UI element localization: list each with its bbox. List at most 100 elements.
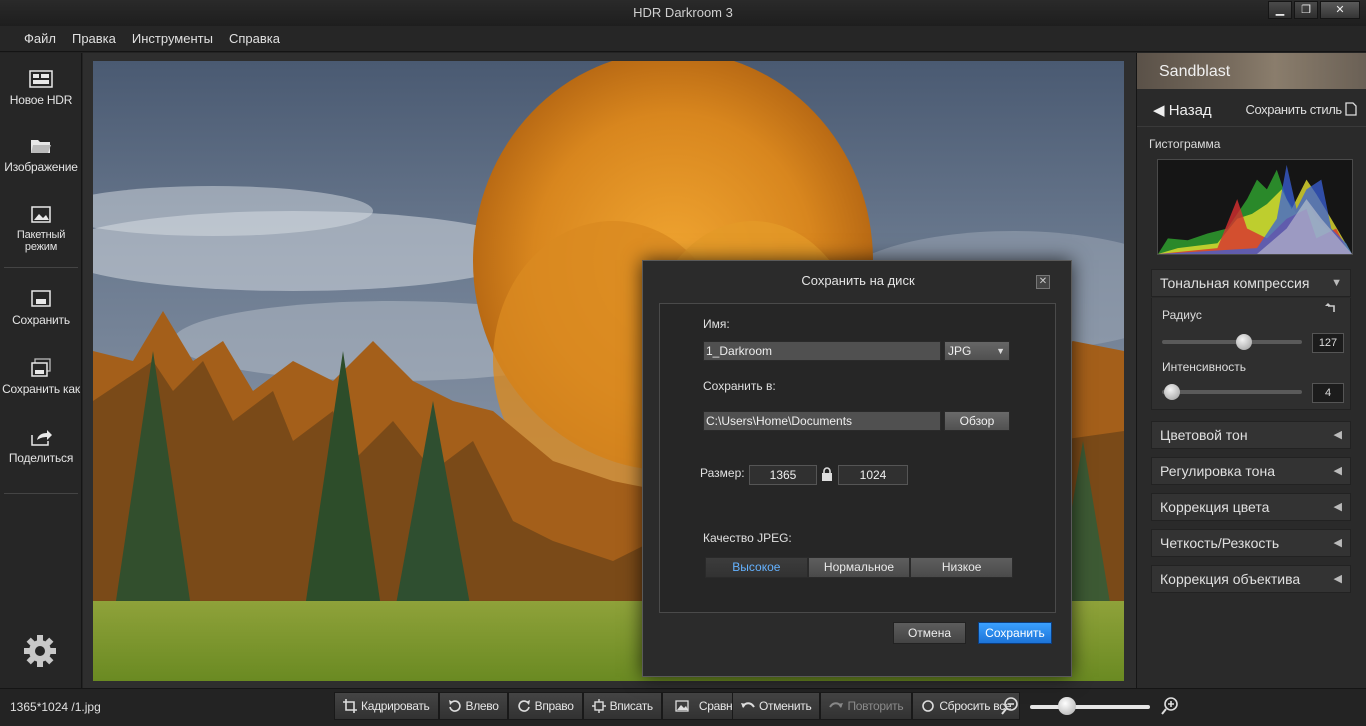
name-label: Имя: (703, 317, 730, 331)
tone-compression-header[interactable]: Тональная компрессия ▼ (1151, 269, 1351, 297)
menu-edit[interactable]: Правка (64, 26, 124, 51)
style-nav: ◀ Назад Сохранить стиль (1137, 93, 1366, 127)
minimize-button[interactable]: ▁ (1268, 1, 1292, 19)
save-as-icon (31, 358, 51, 377)
status-text: 1365*1024 /1.jpg (10, 700, 101, 714)
radius-label: Радиус (1162, 308, 1202, 322)
rotate-left-label: Влево (465, 699, 499, 713)
rotate-right-label: Вправо (534, 699, 574, 713)
section-color-tone[interactable]: Цветовой тон ◀ (1151, 421, 1351, 449)
toolbar-divider (4, 493, 78, 494)
intensity-slider-track[interactable] (1162, 390, 1302, 394)
zoom-in-icon[interactable] (1160, 696, 1180, 716)
history-group: Отменить Повторить Сбросить все (732, 692, 1021, 720)
quality-normal-option[interactable]: Нормальное (807, 557, 911, 578)
quality-high-option[interactable]: Высокое (705, 557, 808, 578)
right-panel: Sandblast ◀ Назад Сохранить стиль Гистог… (1136, 53, 1366, 688)
save-style-button[interactable]: Сохранить стиль (1245, 102, 1357, 117)
section-tone-adjust[interactable]: Регулировка тона ◀ (1151, 457, 1351, 485)
radius-slider-knob[interactable] (1236, 334, 1253, 350)
save-icon (31, 290, 51, 307)
chevron-left-icon: ◀ (1333, 537, 1342, 549)
zoom-slider-knob[interactable] (1057, 697, 1076, 715)
batch-mode-button[interactable]: Пакетный режим (0, 205, 82, 253)
intensity-value[interactable]: 4 (1312, 383, 1344, 403)
tone-compression-body: Радиус 127 Интенсивность 4 (1151, 298, 1351, 410)
new-hdr-icon (29, 70, 53, 88)
quality-low-option[interactable]: Низкое (910, 557, 1014, 578)
batch-mode-label: Пакетный режим (16, 229, 66, 253)
section-label: Регулировка тона (1160, 463, 1275, 479)
browse-button[interactable]: Обзор (944, 411, 1010, 431)
cancel-button[interactable]: Отмена (893, 622, 966, 644)
menu-help[interactable]: Справка (221, 26, 288, 51)
share-button[interactable]: Поделиться (0, 427, 82, 465)
dialog-close-icon[interactable]: ✕ (1036, 275, 1050, 289)
section-lens-correction[interactable]: Коррекция объектива ◀ (1151, 565, 1351, 593)
redo-button[interactable]: Повторить (820, 692, 913, 720)
path-input[interactable]: C:\Users\Home\Documents (703, 411, 941, 431)
folder-icon (31, 140, 51, 153)
radius-slider-track[interactable] (1162, 340, 1302, 344)
undo-button[interactable]: Отменить (732, 692, 821, 720)
edit-tools-group: Кадрировать Влево Вправо Вписать Сравнит… (334, 692, 763, 720)
crop-icon (343, 699, 357, 713)
save-as-button[interactable]: Сохранить как (0, 358, 82, 396)
section-label: Коррекция объектива (1160, 571, 1301, 587)
chevron-down-icon: ▼ (1331, 277, 1342, 289)
menu-file[interactable]: Файл (16, 26, 64, 51)
new-hdr-label: Новое HDR (9, 93, 73, 107)
tone-compression-label: Тональная компрессия (1160, 275, 1310, 291)
fit-button[interactable]: Вписать (582, 692, 662, 720)
zoom-slider-track[interactable] (1030, 705, 1150, 709)
save-style-label: Сохранить стиль (1245, 102, 1342, 117)
redo-icon (829, 702, 844, 708)
rotate-left-button[interactable]: Влево (438, 692, 508, 720)
batch-icon (31, 206, 51, 223)
height-input[interactable]: 1024 (838, 465, 908, 485)
chevron-left-icon: ◀ (1333, 501, 1342, 513)
window-controls: ▁ ❐ ✕ (1268, 1, 1360, 19)
section-sharpness[interactable]: Четкость/Резкость ◀ (1151, 529, 1351, 557)
zoom-out-icon[interactable] (1000, 696, 1020, 716)
gear-icon[interactable] (22, 633, 58, 669)
section-label: Четкость/Резкость (1160, 535, 1280, 551)
fit-label: Вписать (609, 699, 654, 713)
save-tool-button[interactable]: Сохранить (0, 289, 82, 327)
menu-bar: Файл Правка Инструменты Справка (0, 26, 1366, 52)
dialog-title: Сохранить на диск (801, 273, 915, 288)
chevron-left-icon: ◀ (1333, 573, 1342, 585)
save-as-label: Сохранить как (2, 382, 80, 396)
app-window: HDR Darkroom 3 ▁ ❐ ✕ Файл Правка Инструм… (0, 0, 1366, 726)
file-name-input[interactable]: 1_Darkroom (703, 341, 941, 361)
window-title: HDR Darkroom 3 (633, 5, 733, 20)
new-hdr-button[interactable]: Новое HDR (0, 69, 82, 107)
document-icon (1345, 102, 1357, 116)
back-button[interactable]: ◀ Назад (1153, 101, 1212, 119)
crop-label: Кадрировать (361, 699, 430, 713)
intensity-slider-knob[interactable] (1164, 384, 1181, 400)
share-icon (31, 430, 52, 446)
style-name: Sandblast (1159, 63, 1231, 80)
save-in-label: Сохранить в: (703, 379, 776, 393)
section-label: Цветовой тон (1160, 427, 1248, 443)
width-input[interactable]: 1365 (749, 465, 817, 485)
save-dialog: Сохранить на диск ✕ Имя: 1_Darkroom JPG … (642, 260, 1072, 677)
intensity-label: Интенсивность (1162, 360, 1247, 374)
dialog-body: Имя: 1_Darkroom JPG ▼ Сохранить в: C:\Us… (659, 303, 1056, 613)
reset-icon[interactable] (1324, 302, 1338, 316)
format-select[interactable]: JPG ▼ (944, 341, 1010, 361)
quality-selector: Высокое Нормальное Низкое (705, 557, 1014, 578)
save-button[interactable]: Сохранить (978, 622, 1052, 644)
size-label: Размер: (700, 466, 745, 480)
maximize-button[interactable]: ❐ (1294, 1, 1318, 19)
image-button[interactable]: Изображение (0, 136, 82, 174)
lock-icon[interactable] (821, 467, 833, 481)
histogram (1157, 159, 1353, 255)
rotate-right-button[interactable]: Вправо (507, 692, 583, 720)
radius-value[interactable]: 127 (1312, 333, 1344, 353)
close-button[interactable]: ✕ (1320, 1, 1360, 19)
menu-tools[interactable]: Инструменты (124, 26, 221, 51)
section-color-correction[interactable]: Коррекция цвета ◀ (1151, 493, 1351, 521)
crop-button[interactable]: Кадрировать (334, 692, 439, 720)
